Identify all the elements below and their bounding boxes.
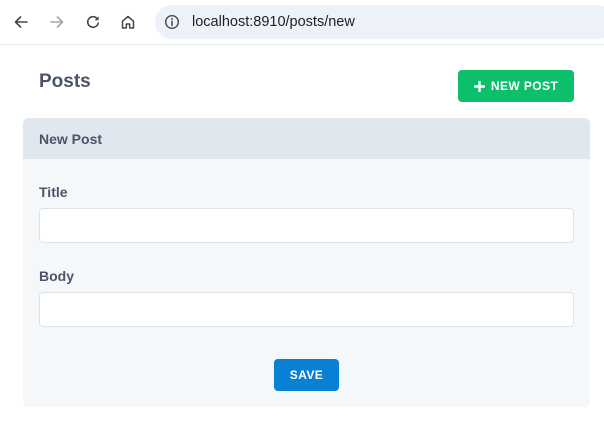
body-input[interactable] bbox=[39, 292, 574, 327]
home-button[interactable] bbox=[116, 10, 140, 34]
reload-icon bbox=[86, 15, 99, 29]
arrow-right-icon bbox=[50, 16, 64, 28]
plus-icon bbox=[473, 80, 485, 92]
address-bar[interactable]: localhost:8910/posts/new bbox=[155, 5, 604, 39]
new-post-label: NEW POST bbox=[490, 79, 559, 93]
save-button[interactable]: SAVE bbox=[274, 359, 339, 391]
page-title: Posts bbox=[39, 71, 91, 92]
info-icon[interactable] bbox=[164, 14, 180, 30]
arrow-left-icon bbox=[14, 16, 28, 28]
url-text[interactable]: localhost:8910/posts/new bbox=[192, 14, 355, 30]
title-input[interactable] bbox=[39, 208, 574, 243]
reload-button[interactable] bbox=[81, 10, 105, 34]
home-icon bbox=[121, 15, 135, 29]
title-label: Title bbox=[39, 184, 68, 200]
back-button[interactable] bbox=[9, 10, 33, 34]
new-post-card: New Post Title Body SAVE bbox=[23, 118, 590, 407]
body-label: Body bbox=[39, 268, 74, 284]
card-header-title: New Post bbox=[39, 131, 103, 147]
browser-toolbar: localhost:8910/posts/new bbox=[0, 0, 604, 45]
new-post-button[interactable]: NEW POST bbox=[458, 70, 574, 102]
forward-button[interactable] bbox=[45, 10, 69, 34]
card-header: New Post bbox=[23, 118, 590, 159]
